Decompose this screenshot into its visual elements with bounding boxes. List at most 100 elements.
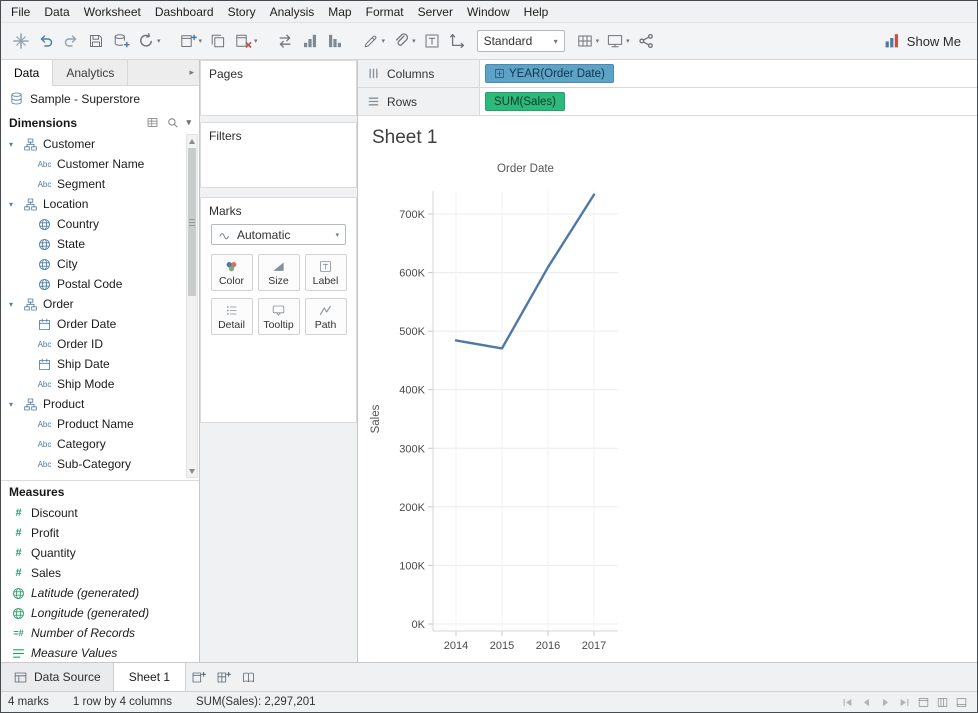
marks-detail-button[interactable]: Detail xyxy=(211,298,253,335)
refresh-datasource-button[interactable]: ▾ xyxy=(134,27,164,55)
menu-file[interactable]: File xyxy=(4,3,37,21)
menu-help[interactable]: Help xyxy=(517,3,556,21)
measure-discount[interactable]: #Discount xyxy=(1,503,199,523)
dimension-sub-category[interactable]: AbcSub-Category xyxy=(1,454,199,474)
swap-axes-button[interactable] xyxy=(273,27,297,55)
expand-caret-icon[interactable]: ▾ xyxy=(9,300,21,309)
show-tabs-button[interactable] xyxy=(914,693,932,711)
expand-caret-icon[interactable]: ▾ xyxy=(9,140,21,149)
menu-dashboard[interactable]: Dashboard xyxy=(148,3,221,21)
rows-shelf[interactable]: Rows SUM(Sales) xyxy=(358,88,977,116)
pill-year-order-date[interactable]: YEAR(Order Date) xyxy=(485,64,614,83)
measure-sales[interactable]: #Sales xyxy=(1,563,199,583)
sort-ascending-button[interactable] xyxy=(298,27,322,55)
measure-longitude-generated[interactable]: Longitude (generated) xyxy=(1,603,199,623)
dimension-category[interactable]: AbcCategory xyxy=(1,434,199,454)
scrollbar-thumb[interactable] xyxy=(188,148,196,296)
show-filmstrip-button[interactable] xyxy=(933,693,951,711)
measure-profit[interactable]: #Profit xyxy=(1,523,199,543)
add-datasource-button[interactable] xyxy=(109,27,133,55)
new-worksheet-button[interactable]: ▾ xyxy=(176,27,206,55)
menu-story[interactable]: Story xyxy=(221,3,263,21)
measure-latitude-generated[interactable]: Latitude (generated) xyxy=(1,583,199,603)
drill-down-icon[interactable] xyxy=(494,68,505,79)
expand-caret-icon[interactable]: ▾ xyxy=(9,400,21,409)
highlight-button[interactable]: ▾ xyxy=(359,27,389,55)
new-dashboard-tab-button[interactable] xyxy=(211,663,236,691)
pane-expand-icon[interactable]: ▸ xyxy=(189,67,194,78)
marks-path-button[interactable]: Path xyxy=(305,298,347,335)
sort-descending-button[interactable] xyxy=(323,27,347,55)
dimension-product[interactable]: ▾Product xyxy=(1,394,199,414)
show-sheet-sorter-button[interactable] xyxy=(952,693,970,711)
clear-sheet-button[interactable]: ▾ xyxy=(231,27,261,55)
pill-sum-sales[interactable]: SUM(Sales) xyxy=(485,92,565,111)
dimensions-scrollbar[interactable] xyxy=(186,134,198,478)
measure-measure-values[interactable]: Measure Values xyxy=(1,643,199,663)
columns-shelf[interactable]: Columns YEAR(Order Date) xyxy=(358,60,977,88)
dimension-order-id[interactable]: AbcOrder ID xyxy=(1,334,199,354)
scroll-up-button[interactable] xyxy=(187,135,197,147)
menu-map[interactable]: Map xyxy=(321,3,358,21)
dimension-customer-name[interactable]: AbcCustomer Name xyxy=(1,154,199,174)
presentation-mode-button[interactable]: ▾ xyxy=(603,27,633,55)
measure-number-of-records[interactable]: =#Number of Records xyxy=(1,623,199,643)
dimension-location[interactable]: ▾Location xyxy=(1,194,199,214)
scroll-down-button[interactable] xyxy=(187,465,197,477)
toolbar: ▾▾▾▾▾ Standard ▾ ▾▾ Show Me xyxy=(1,23,977,60)
dimension-order-date[interactable]: Order Date xyxy=(1,314,199,334)
last-sheet-button[interactable] xyxy=(895,693,913,711)
fit-mode-select[interactable]: Standard ▾ xyxy=(477,30,565,52)
tab-data-source[interactable]: Data Source xyxy=(1,663,114,691)
dimension-ship-mode[interactable]: AbcShip Mode xyxy=(1,374,199,394)
menu-analysis[interactable]: Analysis xyxy=(263,3,322,21)
show-me-button[interactable]: Show Me xyxy=(875,28,969,54)
search-icon[interactable] xyxy=(166,116,179,129)
tableau-logo-button[interactable] xyxy=(9,27,33,55)
view-data-grid-icon[interactable] xyxy=(146,116,159,129)
pages-shelf[interactable]: Pages xyxy=(200,60,357,116)
tab-sheet-1[interactable]: Sheet 1 xyxy=(114,663,186,691)
dimension-segment[interactable]: AbcSegment xyxy=(1,174,199,194)
dimension-city[interactable]: City xyxy=(1,254,199,274)
menu-server[interactable]: Server xyxy=(411,3,460,21)
show-mark-labels-button[interactable] xyxy=(420,27,444,55)
tab-analytics[interactable]: Analytics xyxy=(53,60,128,86)
filters-shelf[interactable]: Filters xyxy=(200,122,357,188)
dimension-customer[interactable]: ▾Customer xyxy=(1,134,199,154)
dimension-product-name[interactable]: AbcProduct Name xyxy=(1,414,199,434)
undo-button[interactable] xyxy=(34,27,58,55)
mark-type-select[interactable]: Automatic ▾ xyxy=(211,224,346,245)
menu-format[interactable]: Format xyxy=(359,3,411,21)
menu-worksheet[interactable]: Worksheet xyxy=(77,3,148,21)
fix-axes-button[interactable] xyxy=(445,27,469,55)
cell-size-button[interactable]: ▾ xyxy=(573,27,603,55)
tab-data[interactable]: Data xyxy=(1,60,53,86)
dimension-country[interactable]: Country xyxy=(1,214,199,234)
group-members-button[interactable]: ▾ xyxy=(389,27,419,55)
share-workbook-button[interactable] xyxy=(634,27,658,55)
chart-canvas[interactable]: Order DateSales0K100K200K300K400K500K600… xyxy=(358,116,978,664)
dimension-state[interactable]: State xyxy=(1,234,199,254)
marks-color-button[interactable]: Color xyxy=(211,254,253,291)
datasource-item[interactable]: Sample - Superstore xyxy=(1,86,199,111)
marks-label-button[interactable]: Label xyxy=(305,254,347,291)
menu-window[interactable]: Window xyxy=(460,3,517,21)
first-sheet-button[interactable] xyxy=(838,693,856,711)
dimension-order[interactable]: ▾Order xyxy=(1,294,199,314)
new-worksheet-tab-button[interactable] xyxy=(186,663,211,691)
redo-button[interactable] xyxy=(59,27,83,55)
new-story-tab-button[interactable] xyxy=(236,663,261,691)
previous-sheet-button[interactable] xyxy=(857,693,875,711)
marks-tooltip-button[interactable]: Tooltip xyxy=(258,298,300,335)
next-sheet-button[interactable] xyxy=(876,693,894,711)
menu-data[interactable]: Data xyxy=(37,3,76,21)
duplicate-sheet-button[interactable] xyxy=(206,27,230,55)
marks-size-button[interactable]: Size xyxy=(258,254,300,291)
dimensions-menu-icon[interactable]: ▾ xyxy=(186,117,191,128)
expand-caret-icon[interactable]: ▾ xyxy=(9,200,21,209)
dimension-ship-date[interactable]: Ship Date xyxy=(1,354,199,374)
dimension-postal-code[interactable]: Postal Code xyxy=(1,274,199,294)
measure-quantity[interactable]: #Quantity xyxy=(1,543,199,563)
save-button[interactable] xyxy=(84,27,108,55)
